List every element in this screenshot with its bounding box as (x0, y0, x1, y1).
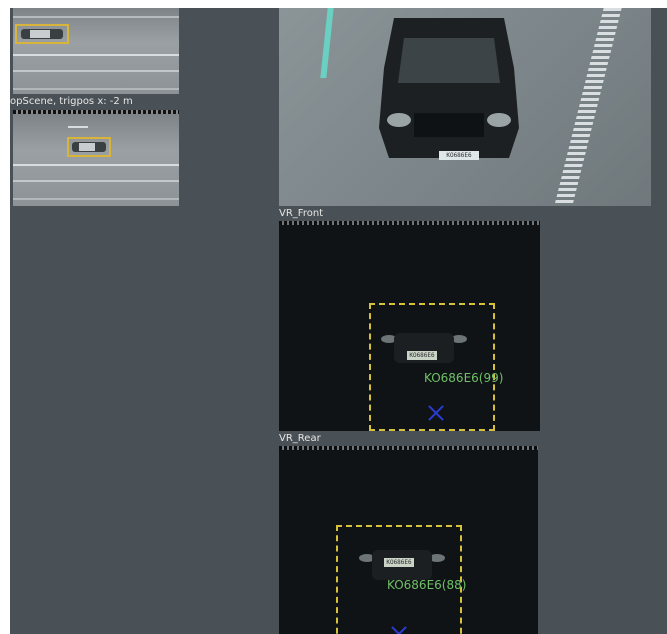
front-camera-title: VR_Front (279, 208, 324, 219)
vehicle-front-image (379, 18, 519, 158)
front-vehicle-silhouette (381, 333, 467, 363)
trigger-cross-icon (428, 405, 444, 421)
application-workspace: opScene, trigpos x: -2 m KO686E6 VR_Fron… (10, 8, 667, 634)
overview-camera-view: KO686E6 (279, 8, 651, 206)
top-scene-caption: opScene, trigpos x: -2 m (10, 96, 133, 107)
lane-marking-right (554, 8, 622, 206)
rear-license-plate: KO686E6 (384, 558, 414, 567)
vehicle-detection-box (15, 24, 69, 44)
vehicle-detection-box (67, 137, 111, 157)
rear-camera-title: VR_Rear (279, 433, 321, 444)
top-scene-view-2 (13, 114, 179, 206)
lane-marking-left (320, 8, 334, 78)
top-scene-view-1 (13, 8, 179, 94)
front-ocr-result: KO686E6(99) (424, 371, 504, 385)
trigger-cross-icon (391, 626, 407, 634)
front-camera-view: KO686E6 KO686E6(99) (279, 225, 540, 431)
rear-camera-view: KO686E6 KO686E6(88) (279, 450, 538, 634)
front-license-plate: KO686E6 (407, 351, 437, 360)
rear-ocr-result: KO686E6(88) (387, 578, 467, 592)
overview-license-plate: KO686E6 (439, 151, 479, 160)
car-thumbnail-icon (21, 29, 63, 39)
car-thumbnail-icon (72, 142, 106, 152)
